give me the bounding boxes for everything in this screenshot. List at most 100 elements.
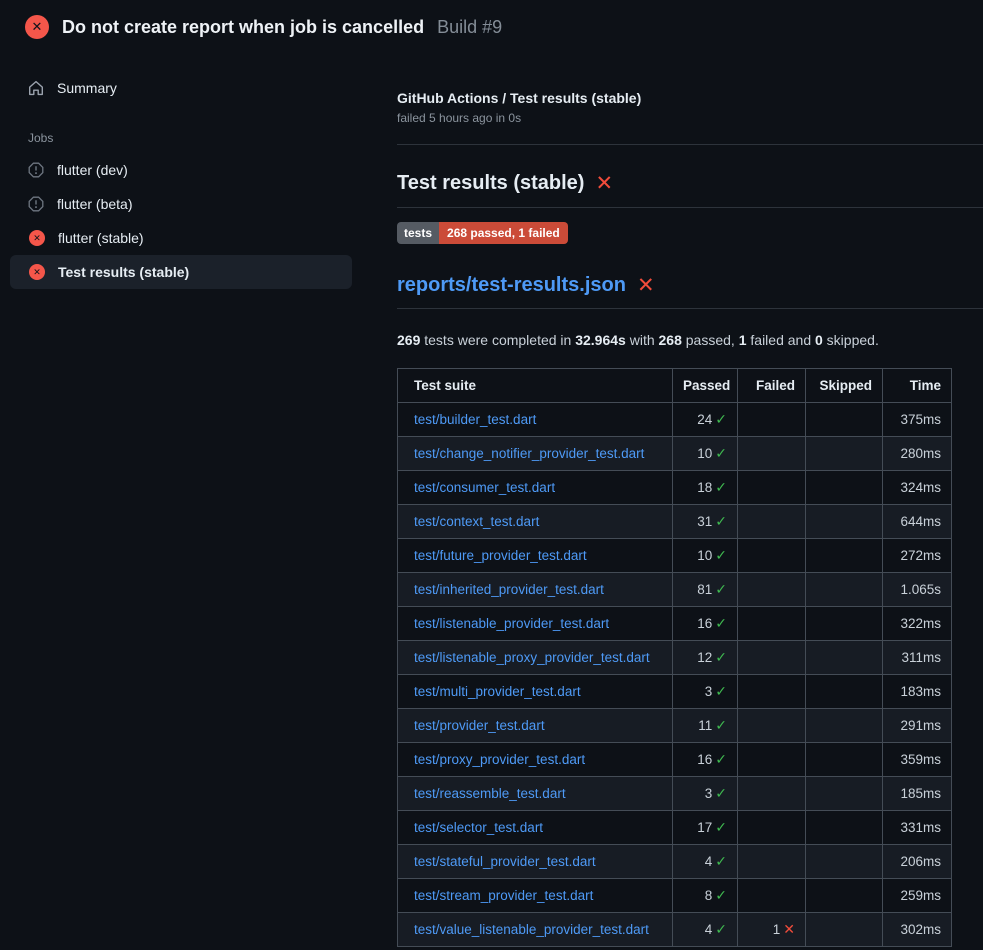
- check-icon: ✓: [715, 751, 727, 767]
- cell-skipped: [806, 403, 883, 437]
- job-item-label: Test results (stable): [58, 264, 189, 280]
- cell-skipped: [806, 845, 883, 879]
- cell-passed: 12✓: [673, 641, 738, 675]
- test-suite-link[interactable]: test/future_provider_test.dart: [414, 548, 587, 563]
- test-suite-link[interactable]: test/consumer_test.dart: [414, 480, 555, 495]
- cell-skipped: [806, 811, 883, 845]
- test-suite-link[interactable]: test/proxy_provider_test.dart: [414, 752, 585, 767]
- cell-time: 206ms: [883, 845, 952, 879]
- cell-time: 185ms: [883, 777, 952, 811]
- cancelled-octagon-icon: [28, 162, 44, 178]
- x-circle-fill-icon: ✕: [29, 230, 45, 246]
- cell-passed: 18✓: [673, 471, 738, 505]
- x-circle-fill-icon: ✕: [29, 264, 45, 280]
- job-item-label: flutter (stable): [58, 230, 144, 246]
- main-content: GitHub Actions / Test results (stable) f…: [397, 53, 983, 947]
- test-suite-link[interactable]: test/stream_provider_test.dart: [414, 888, 593, 903]
- test-results-table: Test suite Passed Failed Skipped Time te…: [397, 368, 952, 947]
- cell-time: 183ms: [883, 675, 952, 709]
- summary-segment: 32.964s: [575, 332, 626, 348]
- cell-passed: 4✓: [673, 913, 738, 947]
- cell-skipped: [806, 641, 883, 675]
- column-header-test-suite: Test suite: [398, 369, 673, 403]
- cell-skipped: [806, 743, 883, 777]
- report-file-link[interactable]: reports/test-results.json: [397, 274, 626, 297]
- check-icon: ✓: [715, 819, 727, 835]
- cell-skipped: [806, 675, 883, 709]
- test-suite-link[interactable]: test/selector_test.dart: [414, 820, 543, 835]
- table-row: test/multi_provider_test.dart3✓183ms: [398, 675, 952, 709]
- test-suite-link[interactable]: test/provider_test.dart: [414, 718, 545, 733]
- cell-time: 322ms: [883, 607, 952, 641]
- check-icon: ✓: [715, 615, 727, 631]
- check-icon: ✓: [715, 513, 727, 529]
- cell-passed: 3✓: [673, 777, 738, 811]
- cell-time: 324ms: [883, 471, 952, 505]
- job-item-label: flutter (beta): [57, 196, 132, 212]
- check-icon: ✓: [715, 785, 727, 801]
- cell-skipped: [806, 505, 883, 539]
- cell-skipped: [806, 471, 883, 505]
- column-header-failed: Failed: [738, 369, 806, 403]
- cell-skipped: [806, 607, 883, 641]
- cell-skipped: [806, 709, 883, 743]
- cell-skipped: [806, 777, 883, 811]
- cell-test-suite: test/builder_test.dart: [398, 403, 673, 437]
- table-row: test/consumer_test.dart 18✓ 324ms: [398, 471, 952, 505]
- table-row: test/stream_provider_test.dart 8✓ 259ms: [398, 879, 952, 913]
- cell-failed: [738, 675, 806, 709]
- cell-passed: 31✓: [673, 505, 738, 539]
- cell-time: 272ms: [883, 539, 952, 573]
- test-suite-link[interactable]: test/context_test.dart: [414, 514, 539, 529]
- x-icon: ✕: [783, 921, 795, 937]
- cell-passed: 10✓: [673, 539, 738, 573]
- cell-failed: [738, 845, 806, 879]
- check-icon: ✓: [715, 547, 727, 563]
- test-suite-link[interactable]: test/reassemble_test.dart: [414, 786, 566, 801]
- divider: [397, 144, 983, 145]
- column-header-time: Time: [883, 369, 952, 403]
- test-suite-link[interactable]: test/listenable_provider_test.dart: [414, 616, 609, 631]
- cell-failed: 1✕: [738, 913, 806, 947]
- test-suite-link[interactable]: test/value_listenable_provider_test.dart: [414, 922, 649, 937]
- cell-test-suite: test/stateful_provider_test.dart: [398, 845, 673, 879]
- summary-segment: 269: [397, 332, 420, 348]
- cell-skipped: [806, 879, 883, 913]
- cell-failed: [738, 777, 806, 811]
- test-suite-link[interactable]: test/listenable_proxy_provider_test.dart: [414, 650, 650, 665]
- sidebar-job-item[interactable]: ✕ Test results (stable): [10, 255, 352, 289]
- jobs-list: flutter (dev) flutter (beta) ✕ flutter (sta…: [0, 153, 397, 289]
- summary-segment: skipped.: [823, 332, 879, 348]
- job-breadcrumb: GitHub Actions / Test results (stable): [397, 90, 983, 106]
- check-icon: ✓: [715, 479, 727, 495]
- table-row: test/change_notifier_provider_test.dart1…: [398, 437, 952, 471]
- cell-test-suite: test/listenable_proxy_provider_test.dart: [398, 641, 673, 675]
- test-suite-link[interactable]: test/multi_provider_test.dart: [414, 684, 581, 699]
- cell-test-suite: test/change_notifier_provider_test.dart: [398, 437, 673, 471]
- test-summary-text: 269 tests were completed in 32.964s with…: [397, 332, 983, 348]
- table-header-row: Test suite Passed Failed Skipped Time: [398, 369, 952, 403]
- summary-segment: failed and: [747, 332, 816, 348]
- table-row: test/provider_test.dart11✓291ms: [398, 709, 952, 743]
- table-row: test/listenable_provider_test.dart16✓322…: [398, 607, 952, 641]
- test-suite-link[interactable]: test/change_notifier_provider_test.dart: [414, 446, 644, 461]
- sidebar-job-item[interactable]: flutter (beta): [10, 187, 352, 221]
- sidebar-item-summary[interactable]: Summary: [10, 71, 352, 105]
- cell-test-suite: test/stream_provider_test.dart: [398, 879, 673, 913]
- cell-test-suite: test/selector_test.dart: [398, 811, 673, 845]
- sidebar-job-item[interactable]: ✕ flutter (stable): [10, 221, 352, 255]
- test-suite-link[interactable]: test/stateful_provider_test.dart: [414, 854, 596, 869]
- cell-failed: [738, 403, 806, 437]
- test-suite-link[interactable]: test/builder_test.dart: [414, 412, 536, 427]
- test-suite-link[interactable]: test/inherited_provider_test.dart: [414, 582, 604, 597]
- cell-failed: [738, 437, 806, 471]
- sidebar-job-item[interactable]: flutter (dev): [10, 153, 352, 187]
- cell-passed: 17✓: [673, 811, 738, 845]
- cell-passed: 8✓: [673, 879, 738, 913]
- cell-time: 331ms: [883, 811, 952, 845]
- report-heading-row: reports/test-results.json ✕: [397, 273, 983, 309]
- table-row: test/context_test.dart31✓644ms: [398, 505, 952, 539]
- cell-time: 259ms: [883, 879, 952, 913]
- column-header-passed: Passed: [673, 369, 738, 403]
- cell-passed: 24✓: [673, 403, 738, 437]
